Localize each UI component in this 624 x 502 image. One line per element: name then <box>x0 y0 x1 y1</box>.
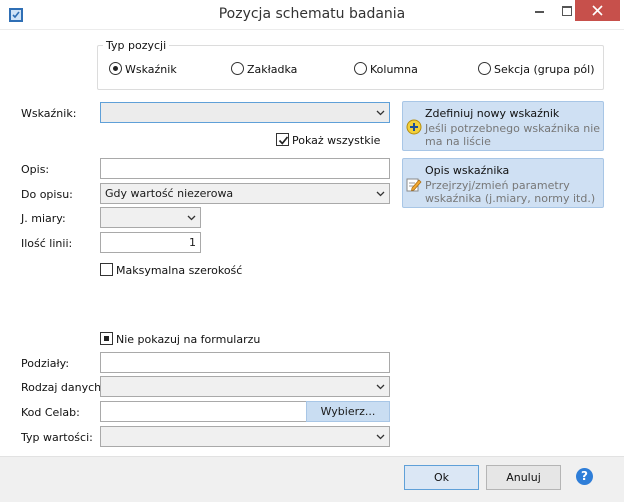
max-szerokosc-checkbox[interactable] <box>100 263 113 276</box>
plus-icon <box>406 119 422 135</box>
podzialy-input[interactable] <box>100 352 390 373</box>
chevron-down-icon <box>376 110 385 116</box>
rodzaj-danych-label: Rodzaj danych: <box>21 381 105 394</box>
radio-kolumna-label: Kolumna <box>370 63 418 76</box>
minimize-icon[interactable] <box>526 0 553 21</box>
zdefiniuj-desc: Jeśli potrzebnego wskaźnika nie ma na li… <box>425 122 601 148</box>
jmiary-label: J. miary: <box>21 212 66 225</box>
chevron-down-icon <box>376 434 385 440</box>
kod-celab-label: Kod Celab: <box>21 406 80 419</box>
chevron-down-icon <box>376 384 385 390</box>
zdefiniuj-wskaznik-button[interactable]: Zdefiniuj nowy wskaźnik Jeśli potrzebneg… <box>402 101 604 151</box>
radio-kolumna[interactable] <box>354 62 367 75</box>
rodzaj-danych-select[interactable] <box>100 376 390 397</box>
ilosc-linii-label: Ilość linii: <box>21 237 73 250</box>
wskaznik-select[interactable] <box>100 102 390 123</box>
dialog-body <box>0 30 624 462</box>
nie-pokazuj-label: Nie pokazuj na formularzu <box>116 333 261 346</box>
wskaznik-label: Wskaźnik: <box>21 107 77 120</box>
typ-pozycji-title: Typ pozycji <box>103 39 170 52</box>
close-icon[interactable] <box>575 0 620 21</box>
do-opisu-value: Gdy wartość niezerowa <box>105 187 234 200</box>
radio-zakladka[interactable] <box>231 62 244 75</box>
opis-wskaznika-desc: Przejrzyj/zmień parametry wskaźnika (j.m… <box>425 179 596 205</box>
help-icon[interactable]: ? <box>576 468 593 485</box>
typ-wartosci-select[interactable] <box>100 426 390 447</box>
cancel-button[interactable]: Anuluj <box>486 465 561 490</box>
kod-celab-input[interactable] <box>100 401 307 422</box>
radio-sekcja-label: Sekcja (grupa pól) <box>494 63 595 76</box>
radio-zakladka-label: Zakładka <box>247 63 298 76</box>
opis-label: Opis: <box>21 163 50 176</box>
radio-sekcja[interactable] <box>478 62 491 75</box>
ilosc-linii-input[interactable]: 1 <box>100 232 201 253</box>
pokaz-wszystkie-label: Pokaż wszystkie <box>292 134 381 147</box>
wybierz-button[interactable]: Wybierz... <box>306 401 390 422</box>
podzialy-label: Podziały: <box>21 357 70 370</box>
pokaz-wszystkie-checkbox[interactable] <box>276 133 289 146</box>
nie-pokazuj-checkbox[interactable] <box>100 332 113 345</box>
title-bar: Pozycja schematu badania <box>0 0 624 30</box>
opis-wskaznika-title: Opis wskaźnika <box>425 164 510 177</box>
chevron-down-icon <box>376 191 385 197</box>
zdefiniuj-title: Zdefiniuj nowy wskaźnik <box>425 107 560 120</box>
radio-wskaznik-label: Wskaźnik <box>125 63 177 76</box>
typ-wartosci-label: Typ wartości: <box>21 431 93 444</box>
jmiary-select[interactable] <box>100 207 201 228</box>
radio-wskaznik[interactable] <box>109 62 122 75</box>
opis-input[interactable] <box>100 158 390 179</box>
ok-button[interactable]: Ok <box>404 465 479 490</box>
opis-wskaznika-button[interactable]: Opis wskaźnika Przejrzyj/zmień parametry… <box>402 158 604 208</box>
chevron-down-icon <box>187 215 196 221</box>
do-opisu-select[interactable]: Gdy wartość niezerowa <box>100 183 390 204</box>
do-opisu-label: Do opisu: <box>21 188 73 201</box>
edit-icon <box>406 178 422 192</box>
max-szerokosc-label: Maksymalna szerokość <box>116 264 243 277</box>
